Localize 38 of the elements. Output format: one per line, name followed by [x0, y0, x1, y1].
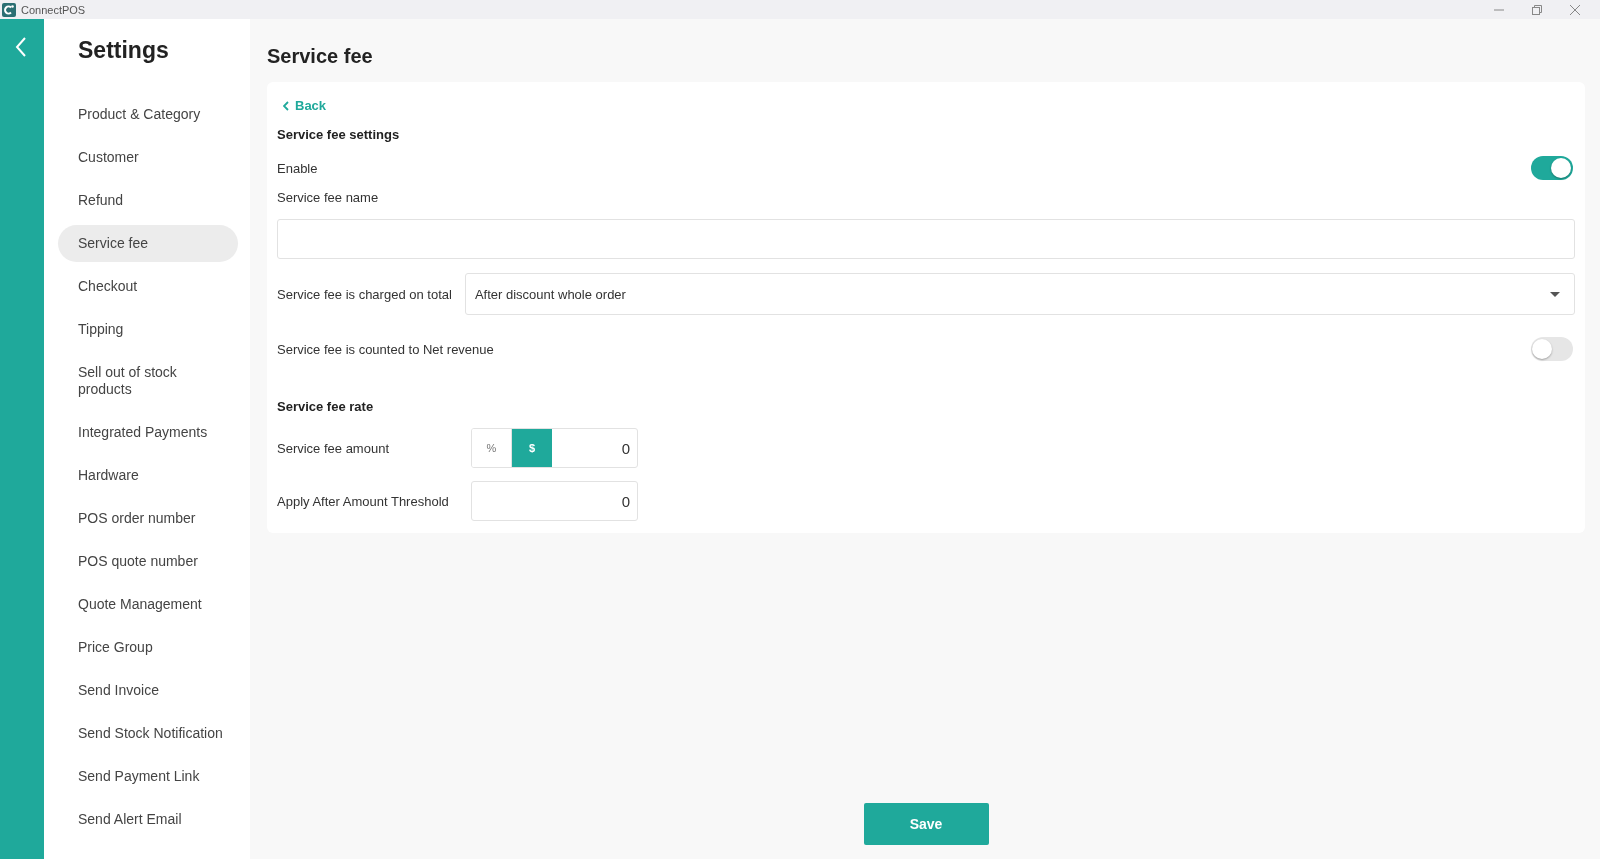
sidebar-item[interactable]: Product & Category	[58, 96, 238, 133]
close-icon[interactable]	[1570, 4, 1580, 15]
sidebar-item[interactable]: Quote Management	[58, 586, 238, 623]
threshold-input-field[interactable]: 0	[471, 481, 638, 521]
setting-label: Service fee is counted to Net revenue	[277, 341, 494, 357]
sidebar-item[interactable]: Sell out of stock products	[58, 354, 238, 408]
sidebar-item[interactable]: Price Group	[58, 629, 238, 666]
dropdown-caret-icon	[1550, 291, 1560, 297]
settings-title: Settings	[78, 37, 170, 64]
toggle-switch[interactable]	[1531, 337, 1573, 361]
sidebar-item[interactable]: Tipping	[58, 311, 238, 348]
sidebar-item[interactable]: Integrated Payments	[58, 414, 238, 451]
setting-label: Apply After Amount Threshold	[277, 493, 450, 509]
sidebar-item[interactable]: POS quote number	[58, 543, 238, 580]
name-input-field[interactable]	[277, 219, 1575, 259]
sidebar-item[interactable]: Hardware	[58, 457, 238, 494]
window-title: ConnectPOS	[21, 3, 87, 16]
chevron-left-icon	[283, 100, 289, 111]
setting-label: Service fee amount	[277, 440, 390, 456]
sidebar-item[interactable]: Send Stock Notification	[58, 715, 238, 752]
restore-icon[interactable]	[1532, 4, 1542, 15]
setting-label: Enable	[277, 160, 318, 176]
setting-label: Service fee name	[277, 190, 380, 205]
sidebar-item[interactable]: Send Alert Email	[58, 801, 238, 838]
sidebar-item[interactable]: Checkout	[58, 268, 238, 305]
sidebar-item[interactable]: Refund	[58, 182, 238, 219]
sidebar-item[interactable]: Service fee	[58, 225, 238, 262]
section-heading: Service fee settings	[277, 127, 401, 142]
sidebar-item[interactable]: Send Payment Link	[58, 758, 238, 795]
page-title: Service fee	[267, 45, 374, 68]
sidebar-item[interactable]: POS order number	[58, 500, 238, 537]
toggle-switch[interactable]	[1531, 156, 1573, 180]
sidebar-item[interactable]: Customer	[58, 139, 238, 176]
setting-label: Service fee is charged on total	[277, 286, 452, 302]
sidebar-item[interactable]: Send Invoice	[58, 672, 238, 709]
section-heading: Service fee rate	[277, 399, 375, 414]
app-logo-icon	[2, 2, 16, 17]
dropdown-field[interactable]: After discount whole order	[464, 273, 1575, 315]
